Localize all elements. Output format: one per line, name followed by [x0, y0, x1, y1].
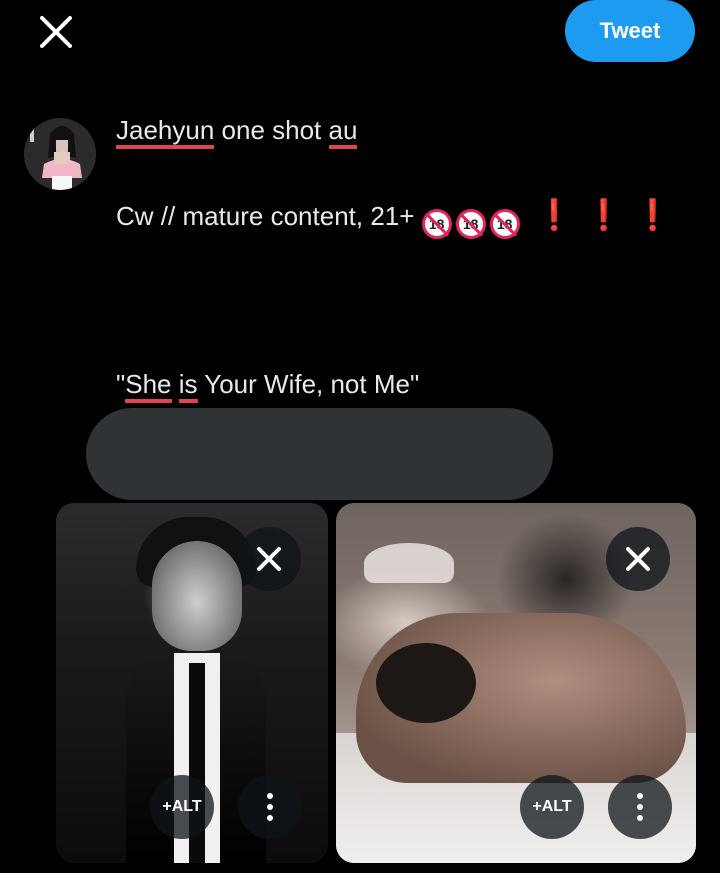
remove-media-button[interactable] — [237, 527, 301, 591]
close-icon — [40, 16, 72, 48]
more-vertical-icon — [267, 793, 273, 821]
alt-label: +ALT — [532, 798, 572, 815]
spellcheck-word: au — [328, 115, 358, 149]
photo-face — [152, 541, 242, 651]
redacted-bar — [86, 408, 553, 500]
close-icon — [626, 547, 650, 571]
alt-label: +ALT — [162, 798, 202, 815]
exclamation-icon: ❗ — [634, 199, 672, 232]
photo-hair — [376, 643, 476, 723]
compose-line-1: Jaehyun one shot au — [116, 112, 358, 149]
tweet-button[interactable]: Tweet — [565, 0, 695, 62]
spellcheck-word: She — [125, 369, 172, 403]
no-under-18-icon: 18 — [489, 209, 520, 239]
exclamation-icon: ❗ — [535, 199, 574, 232]
photo-lamp — [364, 543, 454, 583]
add-alt-text-button[interactable]: +ALT — [150, 775, 214, 839]
compose-line-3: "She is Your Wife, not Me" — [116, 366, 419, 403]
remove-media-button[interactable] — [606, 527, 670, 591]
no-under-18-icon: 18 — [421, 209, 452, 239]
compose-line-2: Cw // mature content, 21+ 18 18 18 ❗ ❗ ❗ — [116, 198, 672, 239]
no-under-18-icon: 18 — [455, 209, 486, 239]
add-alt-text-button[interactable]: +ALT — [520, 775, 584, 839]
media-more-button[interactable] — [238, 775, 302, 839]
media-more-button[interactable] — [608, 775, 672, 839]
avatar-image — [24, 118, 96, 190]
close-icon — [257, 547, 281, 571]
spellcheck-word: is — [178, 369, 198, 403]
more-vertical-icon — [637, 793, 643, 821]
avatar[interactable] — [24, 118, 96, 190]
close-button[interactable] — [28, 10, 84, 54]
compose-screen: Tweet Jaehyun one shot au Cw // mature c… — [0, 0, 720, 873]
spellcheck-word: Jaehyun — [116, 115, 215, 149]
exclamation-icon: ❗ — [585, 199, 623, 232]
